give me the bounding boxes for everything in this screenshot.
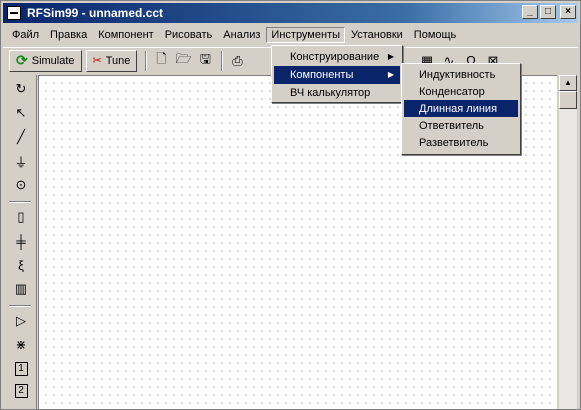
tune-button[interactable]: ✂ Tune — [85, 49, 138, 72]
app-window: RFSim99 - unnamed.cct _ □ × Файл Правка … — [0, 0, 581, 410]
port-1-label: 1 — [14, 362, 28, 376]
simulate-button[interactable]: ⟳ Simulate — [9, 49, 82, 72]
toolbar-separator — [145, 50, 148, 71]
submenu-item-capacitor[interactable]: Конденсатор — [404, 83, 518, 100]
pointer-icon[interactable]: ↖ — [11, 103, 31, 123]
palette-separator — [9, 201, 31, 203]
menu-item-components[interactable]: Компоненты ▶ — [274, 66, 400, 84]
menu-item-label: Компоненты — [290, 69, 354, 81]
app-icon — [7, 6, 21, 20]
wire-icon[interactable]: ╱ — [11, 127, 31, 147]
new-file-icon[interactable]: 🗋 — [151, 51, 171, 71]
menu-file[interactable]: Файл — [7, 27, 44, 43]
simulate-label: Simulate — [31, 54, 75, 67]
window-title: RFSim99 - unnamed.cct — [27, 6, 164, 20]
scroll-up-arrow[interactable]: ▲ — [559, 75, 577, 91]
menu-analysis[interactable]: Анализ — [218, 27, 265, 43]
source-icon[interactable]: ⊙ — [11, 175, 31, 195]
port-2-label: 2 — [14, 384, 28, 398]
menu-bar: Файл Правка Компонент Рисовать Анализ Ин… — [3, 25, 578, 45]
menu-draw[interactable]: Рисовать — [160, 27, 218, 43]
open-folder-icon[interactable]: 🗁 — [173, 51, 193, 71]
minimize-button[interactable]: _ — [522, 5, 538, 19]
capacitor-icon[interactable]: ╪ — [11, 231, 31, 251]
components-submenu: Индуктивность Конденсатор Длинная линия … — [401, 63, 521, 155]
transmission-line-icon[interactable]: ▥ — [11, 279, 31, 299]
close-button[interactable]: × — [560, 5, 576, 19]
transistor-icon[interactable]: ⋇ — [11, 335, 31, 355]
menu-item-label: Конструирование — [290, 51, 380, 63]
submenu-item-coupler[interactable]: Ответвитель — [404, 117, 518, 134]
title-bar[interactable]: RFSim99 - unnamed.cct _ □ × — [3, 3, 578, 23]
window-controls: _ □ × — [522, 5, 576, 19]
print-icon[interactable]: ⎙ — [227, 51, 247, 71]
tune-icon: ✂ — [92, 55, 102, 67]
component-palette: ↻ ↖ ╱ ⏚ ⊙ ▯ ╪ ξ ▥ ▷ ⋇ 1 2 — [3, 75, 37, 409]
rotate-icon[interactable]: ↻ — [11, 79, 31, 99]
instruments-dropdown: Конструирование ▶ Компоненты ▶ ВЧ кальку… — [271, 45, 403, 103]
save-icon[interactable]: 🖫 — [195, 51, 215, 71]
inductor-icon[interactable]: ξ — [11, 255, 31, 275]
submenu-item-splitter[interactable]: Разветвитель — [404, 134, 518, 151]
ground-icon[interactable]: ⏚ — [11, 151, 31, 171]
menu-item-rf-calculator[interactable]: ВЧ калькулятор — [274, 84, 400, 102]
scroll-thumb[interactable] — [559, 91, 577, 109]
toolbar-separator — [221, 50, 224, 71]
menu-edit[interactable]: Правка — [45, 27, 92, 43]
refresh-icon: ⟳ — [16, 52, 28, 68]
palette-separator — [9, 305, 31, 307]
submenu-item-inductance[interactable]: Индуктивность — [404, 66, 518, 83]
menu-component[interactable]: Компонент — [93, 27, 158, 43]
menu-instruments[interactable]: Инструменты — [266, 27, 346, 43]
submenu-arrow-icon: ▶ — [387, 70, 394, 79]
menu-settings[interactable]: Установки — [346, 27, 408, 43]
port-1-icon[interactable]: 1 — [11, 359, 31, 379]
submenu-item-transmission-line[interactable]: Длинная линия — [404, 100, 518, 117]
menu-item-label: ВЧ калькулятор — [290, 87, 371, 99]
submenu-arrow-icon: ▶ — [387, 52, 394, 61]
menu-item-design[interactable]: Конструирование ▶ — [274, 48, 400, 66]
resistor-icon[interactable]: ▯ — [11, 207, 31, 227]
maximize-button[interactable]: □ — [540, 5, 556, 19]
menu-help[interactable]: Помощь — [409, 27, 462, 43]
amplifier-icon[interactable]: ▷ — [11, 311, 31, 331]
port-2-icon[interactable]: 2 — [11, 381, 31, 401]
tune-label: Tune — [105, 54, 131, 67]
vertical-scrollbar[interactable]: ▲ — [559, 75, 577, 409]
